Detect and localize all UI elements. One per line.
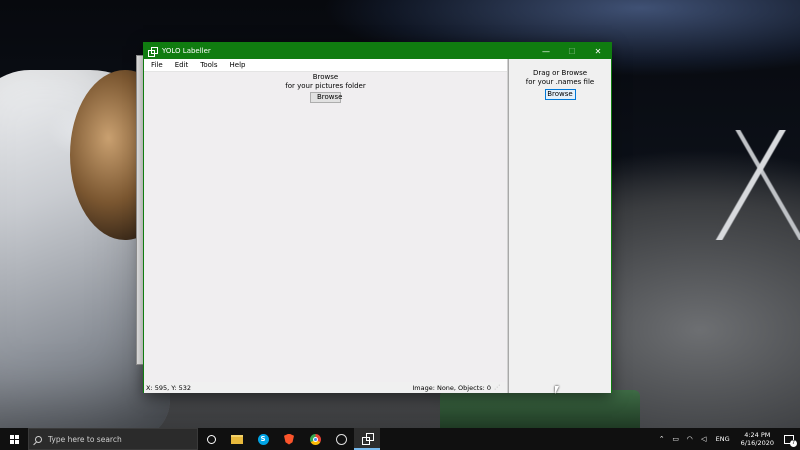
image-panel[interactable]: Browse for your pictures folder Browse: [144, 72, 507, 382]
title-bar[interactable]: YOLO Labeller — ☐ ✕: [144, 43, 611, 59]
app-icon: [148, 46, 158, 57]
battery-icon[interactable]: ▭: [669, 428, 683, 450]
close-button[interactable]: ✕: [585, 43, 611, 59]
yolo-labeller-icon: [361, 432, 374, 445]
pictures-browse-block: Browse for your pictures folder Browse: [144, 73, 507, 103]
minimize-button[interactable]: —: [533, 43, 559, 59]
clock-date: 6/16/2020: [740, 439, 774, 447]
taskbar-skype[interactable]: S: [250, 428, 276, 450]
chrome-icon: [309, 433, 321, 445]
taskbar-clock[interactable]: 4:24 PM 6/16/2020: [735, 431, 780, 447]
start-button[interactable]: [0, 428, 28, 450]
windows-logo-icon: [9, 434, 19, 444]
mouse-pointer-icon: [555, 386, 559, 394]
taskbar-cortana[interactable]: [198, 428, 224, 450]
status-bar: X: 595, Y: 532 Image: None, Objects: 0 ⋰: [144, 382, 507, 393]
clock-time: 4:24 PM: [744, 431, 771, 439]
system-tray: ⌃ ▭ ◠ ◁ ENG 4:24 PM 6/16/2020 7: [655, 428, 800, 450]
image-status: Image: None, Objects: 0: [412, 383, 491, 392]
language-indicator[interactable]: ENG: [711, 435, 735, 443]
names-prompt-title: Drag or Browse: [532, 69, 588, 77]
menu-bar: File Edit Tools Help: [144, 59, 507, 72]
taskbar-file-explorer[interactable]: [224, 428, 250, 450]
browse-names-button[interactable]: Browse: [544, 89, 576, 100]
menu-edit[interactable]: Edit: [169, 61, 195, 69]
volume-icon[interactable]: ◁: [697, 428, 711, 450]
cursor-coordinates: X: 595, Y: 532: [146, 383, 192, 392]
file-explorer-icon: [231, 434, 243, 444]
obs-icon: [335, 433, 347, 445]
wifi-icon[interactable]: ◠: [683, 428, 697, 450]
notification-center-icon[interactable]: 7: [784, 434, 797, 447]
notification-count-badge: 7: [790, 439, 797, 447]
show-hidden-icons-icon[interactable]: ⌃: [655, 428, 669, 450]
search-icon: [35, 435, 42, 443]
taskbar: Type here to search S ⌃ ▭ ◠ ◁ ENG 4:24 P…: [0, 428, 800, 450]
yolo-labeller-window: YOLO Labeller — ☐ ✕ File Edit Tools Help…: [143, 42, 612, 393]
brave-icon: [284, 433, 294, 445]
green-device-image: [440, 390, 640, 428]
browse-pictures-button[interactable]: Browse: [310, 92, 343, 103]
cortana-icon: [206, 434, 216, 444]
taskbar-yolo-labeller[interactable]: [354, 428, 380, 450]
menu-file[interactable]: File: [144, 61, 169, 69]
skype-icon: S: [257, 433, 269, 445]
taskbar-brave[interactable]: [276, 428, 302, 450]
taskbar-obs[interactable]: [328, 428, 354, 450]
window-controls: — ☐ ✕: [533, 43, 611, 59]
resize-grip-icon[interactable]: ⋰: [494, 384, 500, 391]
maximize-button[interactable]: ☐: [559, 43, 585, 59]
menu-tools[interactable]: Tools: [194, 61, 223, 69]
menu-help[interactable]: Help: [224, 61, 252, 69]
pictures-prompt-title: Browse: [312, 73, 339, 81]
moon-lander-image: [700, 130, 800, 240]
names-prompt-subtitle: for your .names file: [525, 78, 595, 86]
names-panel[interactable]: Drag or Browse for your .names file Brow…: [509, 59, 611, 393]
taskbar-search-box[interactable]: Type here to search: [28, 428, 198, 450]
search-placeholder: Type here to search: [48, 434, 122, 444]
status-right: Image: None, Objects: 0 ⋰: [412, 384, 500, 392]
taskbar-chrome[interactable]: [302, 428, 328, 450]
window-title: YOLO Labeller: [162, 47, 211, 55]
pictures-prompt-subtitle: for your pictures folder: [285, 82, 366, 90]
names-browse-block: Drag or Browse for your .names file Brow…: [509, 69, 611, 100]
